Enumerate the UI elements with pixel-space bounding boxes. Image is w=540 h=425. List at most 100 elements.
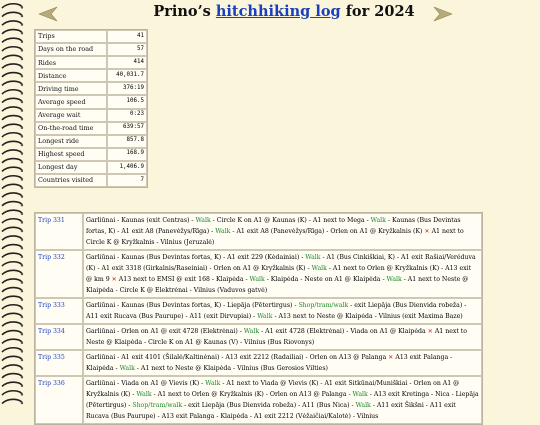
spiral-hole bbox=[20, 100, 24, 104]
spiral-ring bbox=[1, 192, 23, 198]
stat-label: Highest speed bbox=[35, 147, 107, 161]
spiral-hole bbox=[20, 333, 24, 336]
route-walk-segment: Walk bbox=[311, 265, 327, 272]
trip-id-cell: Trip 335 bbox=[35, 350, 83, 376]
stats-row: On-the-road time 639:57 bbox=[35, 121, 147, 135]
route-walk-segment: Walk bbox=[352, 391, 368, 398]
stat-label: Days on the road bbox=[35, 43, 107, 57]
spiral-ring bbox=[1, 355, 23, 362]
spiral-ring bbox=[1, 131, 23, 138]
spiral-ring bbox=[1, 260, 23, 267]
trip-row: Trip 332 Garliūnai - Kaunas (Bus Devintas… bbox=[35, 250, 482, 298]
route-walk-segment: Walk bbox=[119, 365, 135, 372]
spiral-hole bbox=[20, 281, 24, 284]
spiral-ring bbox=[1, 11, 23, 18]
spiral-ring bbox=[1, 166, 23, 173]
stat-value: 7 bbox=[107, 174, 147, 188]
stat-value: 0:23 bbox=[107, 108, 147, 122]
route-segment: - A13 next to Neste @ Klaipėda - Vilnius… bbox=[272, 313, 463, 320]
spiral-hole bbox=[20, 307, 24, 310]
spiral-ring bbox=[1, 243, 23, 250]
spiral-ring bbox=[1, 226, 23, 233]
spiral-hole bbox=[20, 178, 24, 181]
spiral-hole bbox=[20, 126, 24, 130]
spiral-ring bbox=[1, 364, 23, 370]
spiral-ring bbox=[1, 381, 23, 388]
stat-value: 40,031.7 bbox=[107, 69, 147, 83]
spiral-hole bbox=[20, 49, 24, 52]
stat-value: 376:19 bbox=[107, 82, 147, 96]
spiral-ring bbox=[1, 235, 23, 241]
trip-link[interactable]: Trip 332 bbox=[38, 254, 65, 261]
spiral-hole bbox=[20, 75, 24, 78]
trip-id-cell: Trip 334 bbox=[35, 324, 83, 350]
stat-value: 639:57 bbox=[107, 121, 147, 135]
spiral-ring bbox=[1, 346, 23, 353]
spiral-ring bbox=[1, 389, 23, 396]
route-walk-segment: Walk bbox=[305, 254, 321, 261]
route-segment: A13 next to EMSI @ exit 168 - Klaipėda - bbox=[116, 276, 250, 283]
spiral-ring bbox=[1, 71, 23, 78]
route-segment: - A1 exit 4728 (Elektrėnai) - Viada on A… bbox=[259, 328, 428, 335]
stat-value: 57 bbox=[107, 43, 147, 57]
spiral-hole bbox=[20, 109, 24, 112]
spiral-hole bbox=[20, 401, 24, 405]
trip-row: Trip 336 Garliūnai - Viada on A1 @ Vievis… bbox=[35, 376, 482, 424]
trip-link[interactable]: Trip 331 bbox=[38, 217, 65, 224]
title-prefix: Prino’s bbox=[153, 3, 216, 20]
stat-label: Average speed bbox=[35, 95, 107, 109]
spiral-hole bbox=[20, 229, 24, 233]
stats-row: Average speed 106.5 bbox=[35, 95, 147, 109]
stats-row: Longest ride 857.8 bbox=[35, 134, 147, 148]
spiral-ring bbox=[1, 106, 23, 112]
route-walk-segment: Walk bbox=[257, 313, 273, 320]
spiral-ring bbox=[1, 123, 23, 130]
hitchhiking-log-link[interactable]: hitchhiking log bbox=[216, 3, 341, 20]
spiral-hole bbox=[20, 350, 24, 353]
trip-route: Garliūnai - Kaunas (exit Centras) - Walk… bbox=[83, 213, 482, 250]
stat-value: 414 bbox=[107, 56, 147, 70]
spiral-ring bbox=[1, 2, 23, 9]
stat-value: 168.9 bbox=[107, 147, 147, 161]
spiral-hole bbox=[20, 186, 24, 190]
spiral-hole bbox=[20, 315, 24, 319]
spiral-hole bbox=[20, 324, 24, 327]
trip-id-cell: Trip 336 bbox=[35, 376, 83, 424]
trip-link[interactable]: Trip 336 bbox=[38, 380, 65, 387]
spiral-hole bbox=[20, 195, 24, 198]
route-segment: - Circle K on A1 @ Kaunas (K) - A1 next … bbox=[210, 217, 371, 224]
spiral-ring bbox=[1, 149, 23, 155]
route-walk-segment: Walk bbox=[215, 228, 231, 235]
stat-label: Average wait bbox=[35, 108, 107, 122]
route-segment: Garliūnai - Viada on A1 @ Vievis (K) - bbox=[86, 380, 206, 387]
spiral-hole bbox=[20, 298, 24, 302]
trip-link[interactable]: Trip 334 bbox=[38, 328, 65, 335]
spiral-ring bbox=[1, 97, 23, 104]
route-segment: Garliūnai - Orlen on A1 @ exit 4728 (Ele… bbox=[86, 328, 244, 335]
route-segment: Garliūnai - Kaunas (Bus Devintas fortas,… bbox=[86, 254, 306, 261]
arrow-right-icon[interactable] bbox=[433, 6, 453, 22]
stat-label: Driving time bbox=[35, 82, 107, 96]
spiral-ring bbox=[1, 63, 23, 69]
spiral-ring bbox=[1, 174, 23, 181]
spiral-hole bbox=[20, 66, 24, 69]
stats-table: Trips 41 Days on the road 57 Rides 414 Distanc… bbox=[34, 29, 148, 189]
stat-label: Trips bbox=[35, 30, 107, 44]
trip-id-cell: Trip 332 bbox=[35, 250, 83, 298]
stat-value: 106.5 bbox=[107, 95, 147, 109]
trip-link[interactable]: Trip 335 bbox=[38, 354, 65, 361]
spiral-ring bbox=[1, 200, 23, 207]
spiral-ring bbox=[1, 338, 23, 345]
trip-link[interactable]: Trip 333 bbox=[38, 302, 65, 309]
trip-route: Garliūnai - Kaunas (Bus Devintas fortas,… bbox=[83, 298, 482, 324]
spiral-hole bbox=[20, 221, 24, 224]
route-segment: - exit Liepāja (Bus Dienvida robeža) - A… bbox=[182, 402, 356, 409]
route-segment: Garliūnai - A1 exit 4101 (Šilalė/Kaltinė… bbox=[86, 354, 389, 361]
spiral-ring bbox=[1, 372, 23, 379]
spiral-hole bbox=[20, 14, 24, 18]
spiral-ring bbox=[1, 183, 23, 190]
spiral-ring bbox=[1, 54, 23, 61]
route-walk-segment: Walk bbox=[195, 217, 211, 224]
spiral-ring bbox=[1, 295, 23, 302]
trip-id-cell: Trip 333 bbox=[35, 298, 83, 324]
